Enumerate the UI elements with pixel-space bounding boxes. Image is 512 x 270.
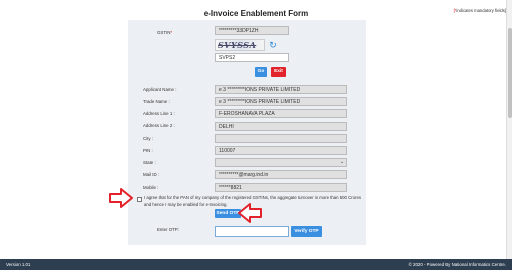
refresh-icon[interactable]: ↻ <box>268 39 278 51</box>
red-arrow-pointer-icon <box>109 188 133 208</box>
otp-input[interactable] <box>215 226 289 237</box>
captcha-image: SVYSSA <box>215 39 265 51</box>
mandatory-note-text: indicates mandatory fields] <box>456 8 506 13</box>
city-label: City : <box>143 136 154 141</box>
mail-id-label: Mail ID : <box>143 172 160 177</box>
pin-label: PIN : <box>143 148 153 153</box>
mobile-field: ******8821 <box>215 183 347 192</box>
gstin-field[interactable]: *********33DP1ZH <box>215 26 289 35</box>
page-title: e-Invoice Enablement Form <box>203 9 309 18</box>
footer: Version 1.01 © 2020 - Powered By Nationa… <box>0 259 512 270</box>
address-line1-field: F-EROSHANAVA PLAZA <box>215 109 347 118</box>
mobile-label: Mobile : <box>143 185 159 190</box>
enter-otp-label: Enter OTP: <box>157 227 179 232</box>
agree-checkbox[interactable] <box>137 197 142 202</box>
state-select[interactable] <box>215 158 347 167</box>
applicant-name-label: Applicant Name : <box>143 87 177 92</box>
version-text: Version 1.01 <box>6 262 31 267</box>
gstin-required-mark: * <box>170 30 173 35</box>
vertical-scrollbar[interactable] <box>506 0 512 259</box>
red-arrow-pointer-icon <box>238 203 262 223</box>
scrollbar-thumb[interactable] <box>508 28 512 118</box>
pin-field: 110007 <box>215 146 347 155</box>
city-field <box>215 134 347 143</box>
captcha-input[interactable]: SVPS2 <box>215 53 289 62</box>
verify-otp-button[interactable]: Verify OTP <box>291 226 322 237</box>
state-label: State : <box>143 160 156 165</box>
go-button[interactable]: Go <box>255 67 267 77</box>
trade-name-label: Trade Name : <box>143 99 170 104</box>
exit-button[interactable]: Exit <box>271 67 286 77</box>
address-line1-label: Address Line 1 : <box>143 111 175 116</box>
copyright-text: © 2020 - Powered By National Informatics… <box>408 262 506 267</box>
gstin-label-text: GSTIN <box>157 30 171 35</box>
address-line2-label: Address Line 2 : <box>143 123 175 128</box>
address-line2-field: DELHI <box>215 122 347 131</box>
mandatory-note: [*indicates mandatory fields] <box>454 8 506 13</box>
dropdown-caret-icon: ⌄ <box>340 159 345 165</box>
mail-id-field: **********@marg.ind.in <box>215 170 347 179</box>
gstin-label: GSTIN* <box>157 30 172 35</box>
applicant-name-field: e 3 *********IONS PRIVATE LIMITED <box>215 85 347 94</box>
trade-name-field: e 3 *********IONS PRIVATE LIMITED <box>215 97 347 106</box>
